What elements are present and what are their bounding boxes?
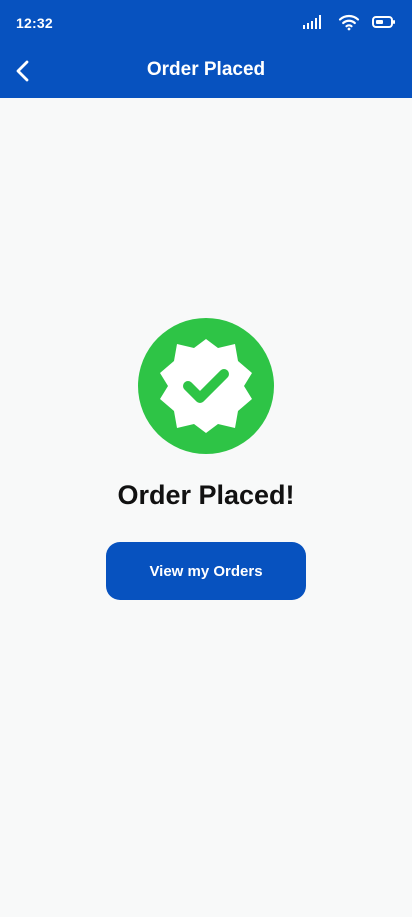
order-placed-screen: 12:32 Order Placed Order Placed! View my…: [0, 0, 412, 917]
wifi-icon: [338, 13, 360, 31]
success-title: Order Placed!: [117, 480, 295, 510]
app-bar: Order Placed: [0, 46, 412, 98]
view-orders-button[interactable]: View my Orders: [106, 542, 306, 600]
status-bar: 12:32: [0, 0, 412, 46]
signal-icon: [302, 14, 326, 30]
top-header: 12:32 Order Placed: [0, 0, 412, 98]
status-time: 12:32: [16, 15, 53, 31]
status-icons: [302, 12, 396, 32]
battery-icon: [372, 15, 396, 29]
page-title: Order Placed: [146, 59, 266, 80]
verified-check-badge-icon: [138, 318, 274, 454]
